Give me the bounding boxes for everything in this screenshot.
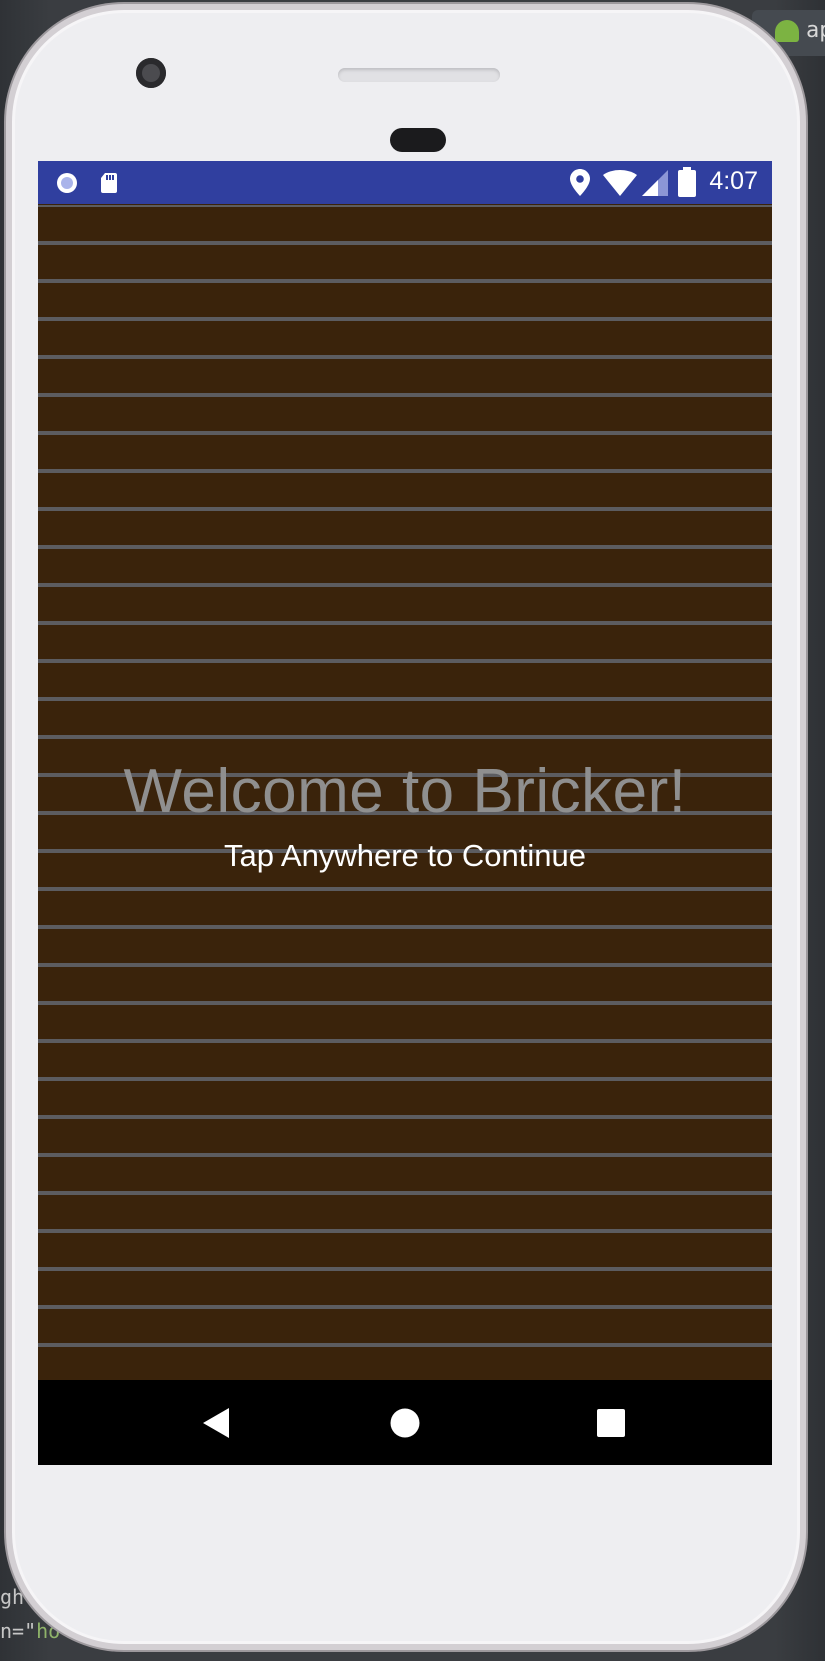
location-icon <box>570 169 590 196</box>
proximity-sensor <box>390 128 446 152</box>
code-text: n=" <box>0 1619 37 1643</box>
tap-to-continue-text: Tap Anywhere to Continue <box>224 838 586 873</box>
ide-tab-label: ap <box>806 18 825 43</box>
earpiece-speaker <box>338 68 500 82</box>
recents-button[interactable] <box>588 1400 634 1446</box>
device-screen: 4:07 Welcome to Bricker! Tap Anywhere to… <box>38 161 772 1465</box>
navigation-bar <box>38 1380 772 1465</box>
status-bar: 4:07 <box>38 161 772 204</box>
back-icon <box>203 1408 229 1438</box>
android-icon <box>775 20 799 42</box>
back-button[interactable] <box>193 1400 239 1446</box>
home-button[interactable] <box>382 1400 428 1446</box>
status-time: 4:07 <box>709 167 758 195</box>
game-canvas[interactable]: Welcome to Bricker! Tap Anywhere to Cont… <box>38 204 772 1380</box>
battery-icon <box>678 167 696 197</box>
front-camera <box>136 58 166 88</box>
wifi-icon <box>603 170 637 196</box>
circle-record-icon <box>57 173 77 193</box>
home-icon <box>390 1408 420 1438</box>
cell-signal-icon <box>642 170 668 196</box>
sd-card-icon <box>101 173 117 193</box>
welcome-title: Welcome to Bricker! <box>123 757 687 826</box>
recents-icon <box>597 1409 625 1437</box>
